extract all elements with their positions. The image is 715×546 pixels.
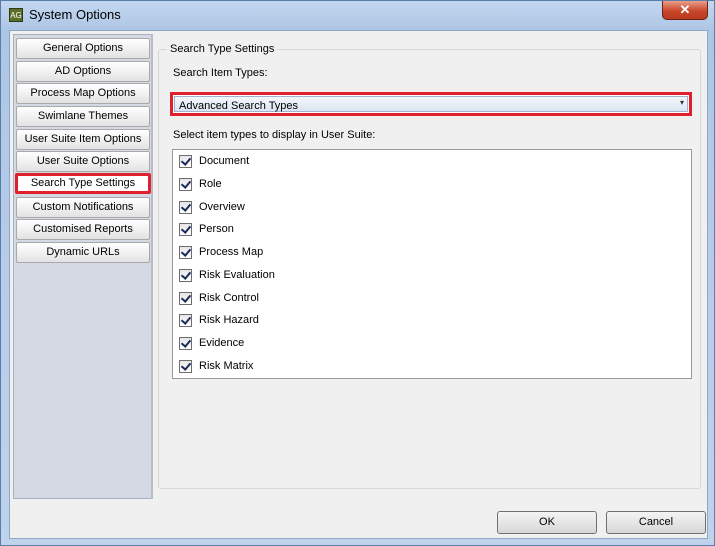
checklist-item-label: Overview — [199, 201, 245, 213]
display-item-types-label: Select item types to display in User Sui… — [173, 129, 376, 141]
window-title: System Options — [29, 7, 121, 22]
checklist-item-label: Document — [199, 155, 250, 167]
cancel-button[interactable]: Cancel — [606, 511, 706, 534]
checklist-item-label: Risk Matrix — [199, 360, 254, 372]
chevron-down-icon: ▾ — [679, 98, 684, 107]
checkbox[interactable] — [179, 292, 192, 305]
sidebar-item-customised-reports[interactable]: Customised Reports — [16, 219, 150, 240]
sidebar-item-ad-options[interactable]: AD Options — [16, 61, 150, 82]
checkbox[interactable] — [179, 314, 192, 327]
ok-button[interactable]: OK — [497, 511, 597, 534]
sidebar-divider — [151, 34, 153, 499]
checklist-item-label: Process Map — [199, 246, 264, 258]
search-item-types-label: Search Item Types: — [173, 67, 268, 79]
checklist-item-label: Evidence — [199, 337, 245, 349]
sidebar-item-user-suite-item-options[interactable]: User Suite Item Options — [16, 129, 150, 150]
sidebar-item-general-options[interactable]: General Options — [16, 38, 150, 59]
close-button[interactable]: ✕ — [662, 1, 708, 20]
checkbox[interactable] — [179, 223, 192, 236]
checklist-item-label: Role — [199, 178, 222, 190]
checkbox[interactable] — [179, 178, 192, 191]
sidebar-item-search-type-settings[interactable]: Search Type Settings — [15, 173, 151, 194]
app-icon: AG — [9, 8, 23, 22]
checkbox[interactable] — [179, 337, 192, 350]
checkbox[interactable] — [179, 155, 192, 168]
checkbox[interactable] — [179, 201, 192, 214]
checklist-item-label: Risk Hazard — [199, 314, 259, 326]
checkbox[interactable] — [179, 246, 192, 259]
search-item-types-dropdown[interactable]: Advanced Search Types ▾ — [170, 92, 692, 116]
sidebar-item-user-suite-options[interactable]: User Suite Options — [16, 151, 150, 172]
sidebar-item-swimlane-themes[interactable]: Swimlane Themes — [16, 106, 150, 127]
checkbox[interactable] — [179, 360, 192, 373]
checklist-item-label: Person — [199, 223, 234, 235]
checklist-item-label: Risk Control — [199, 292, 259, 304]
dropdown-face: Advanced Search Types ▾ — [174, 96, 688, 112]
dialog-body: General Options AD Options Process Map O… — [9, 30, 708, 539]
dropdown-selected-value: Advanced Search Types — [179, 100, 299, 112]
checkbox[interactable] — [179, 269, 192, 282]
title-bar[interactable]: AG System Options ✕ — [1, 1, 714, 29]
item-types-checklist[interactable]: Document Role Overview Person Process Ma… — [172, 149, 692, 379]
sidebar-item-custom-notifications[interactable]: Custom Notifications — [16, 197, 150, 218]
sidebar-item-dynamic-urls[interactable]: Dynamic URLs — [16, 242, 150, 263]
group-title: Search Type Settings — [167, 43, 278, 55]
sidebar-item-process-map-options[interactable]: Process Map Options — [16, 83, 150, 104]
system-options-window: AG System Options ✕ General Options AD O… — [0, 0, 715, 546]
checklist-item-label: Risk Evaluation — [199, 269, 275, 281]
